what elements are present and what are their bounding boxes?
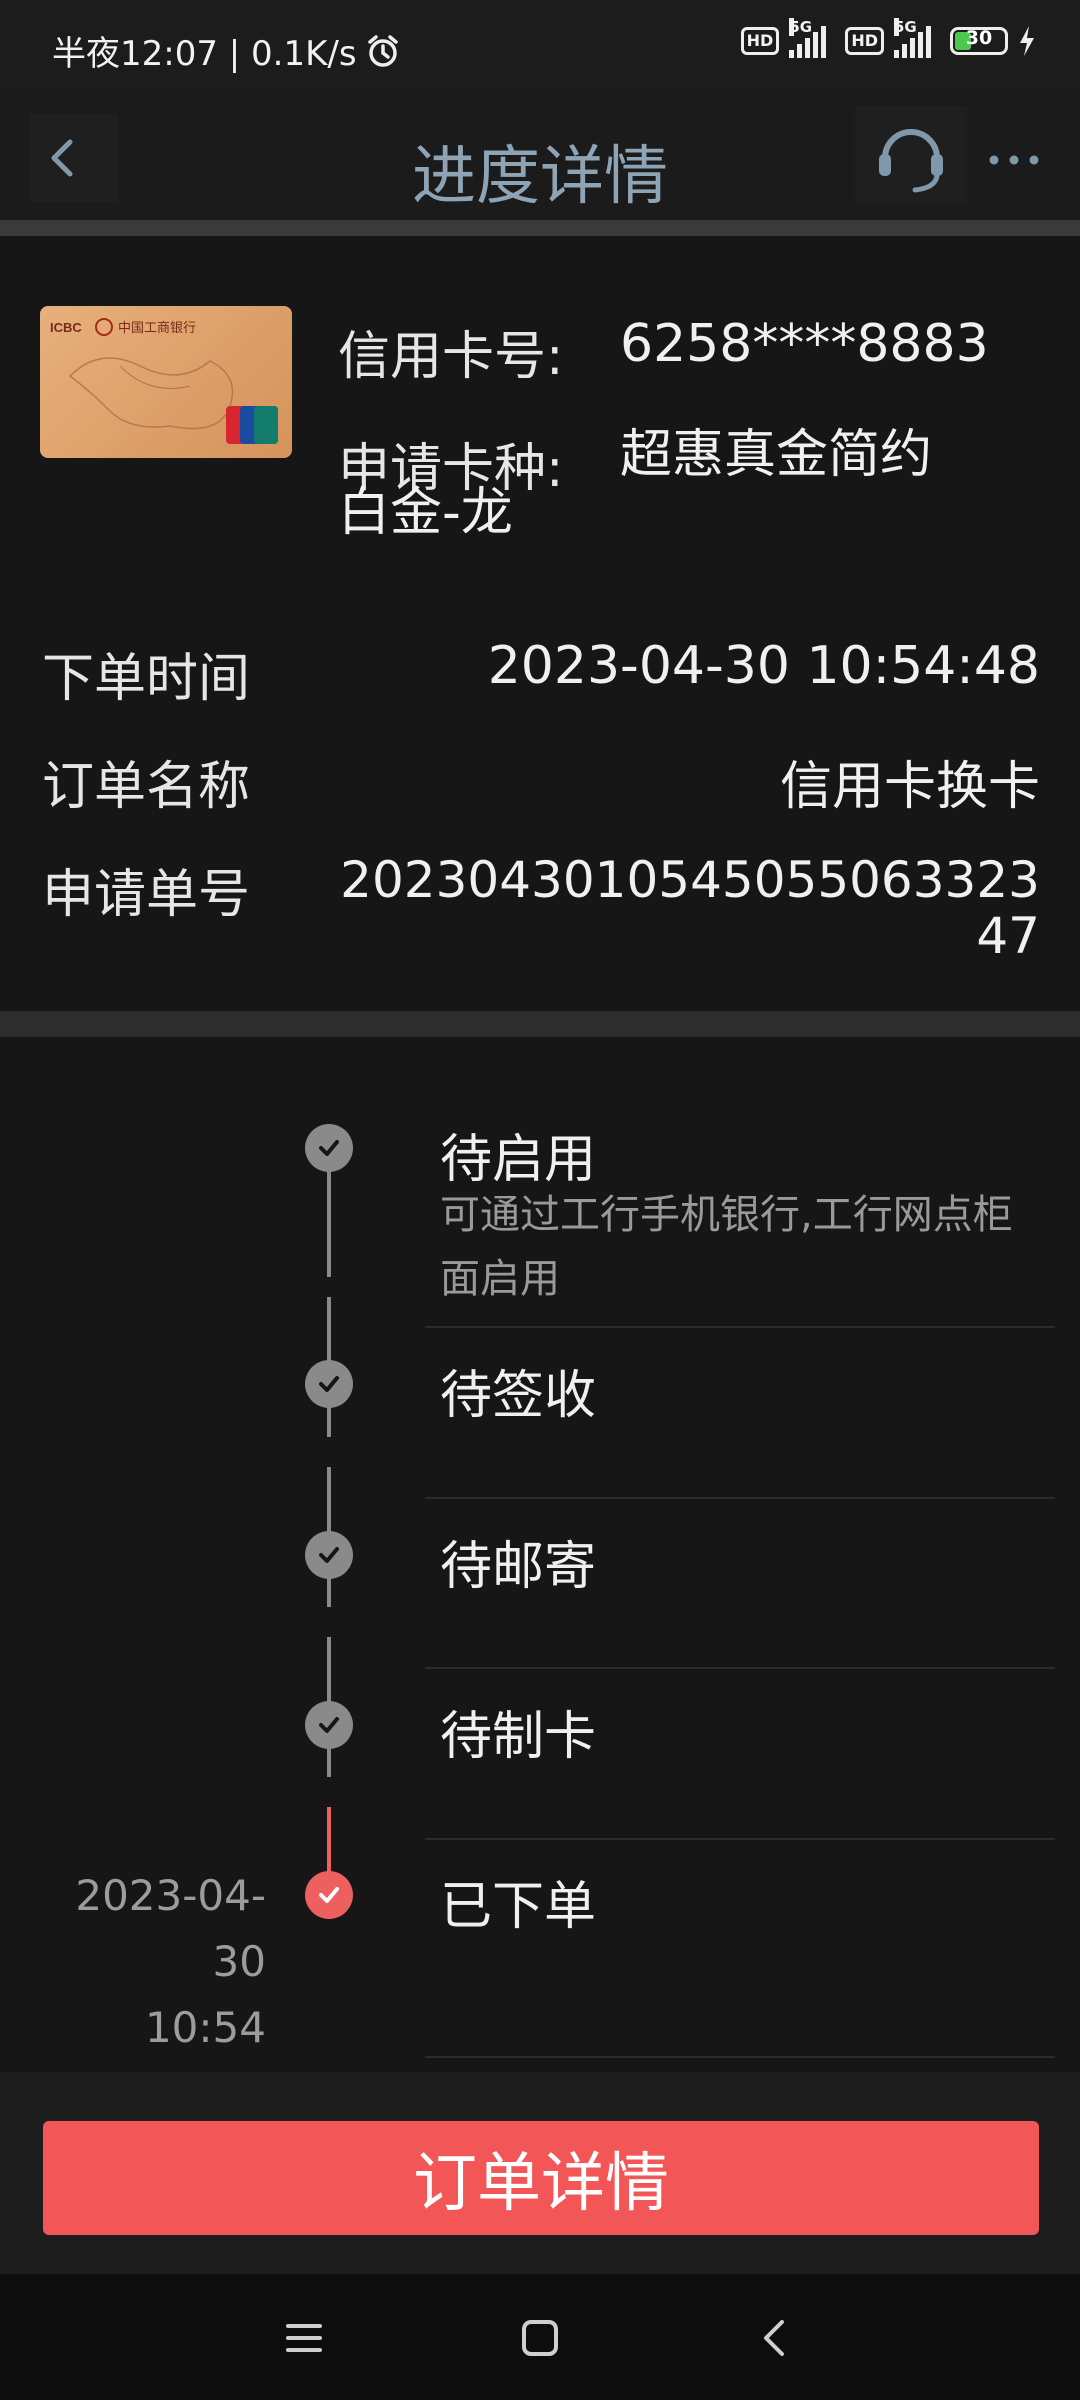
charging-icon — [1020, 26, 1034, 56]
back-nav-icon[interactable] — [754, 2316, 798, 2360]
menu-icon[interactable] — [282, 2316, 326, 2360]
alarm-icon — [367, 34, 398, 67]
bottom-action-bar: 订单详情 — [0, 2072, 1080, 2274]
timeline-step-divider — [425, 1497, 1055, 1499]
timeline-step-divider — [425, 2056, 1055, 2058]
network-type-2: 5G — [894, 18, 917, 36]
timeline-step-title: 待启用 — [440, 1130, 597, 1190]
status-right: HD 5G HD 5G 30 — [740, 18, 1036, 58]
hd-badge-2: HD — [845, 27, 884, 55]
section-divider — [0, 1011, 1080, 1037]
headset-icon — [879, 129, 943, 193]
system-nav-bar — [0, 2274, 1080, 2400]
battery-level: 30 — [965, 27, 993, 49]
timeline-step-divider — [425, 1667, 1055, 1669]
order-time-label: 下单时间 — [42, 649, 251, 709]
customer-service-button[interactable] — [855, 106, 967, 204]
signal-icon-2: 5G — [894, 18, 940, 58]
card-bank-name: 中国工商银行 — [118, 321, 196, 336]
card-number-label: 信用卡号: — [338, 327, 564, 387]
network-type-1: 5G — [789, 18, 813, 36]
timeline-step-date: 2023-04- 30 10:54 — [46, 1863, 266, 2061]
signal-icon: 5G — [789, 18, 835, 58]
card-type-value: 超惠真金简约白金-龙 — [338, 425, 933, 543]
timeline-check-icon — [305, 1531, 353, 1579]
timeline-step-title: 待邮寄 — [440, 1537, 597, 1597]
card-bank-code: ICBC — [50, 320, 82, 335]
more-icon — [989, 155, 1039, 165]
card-number-value: 6258****8883 — [620, 314, 989, 374]
timeline-check-icon — [305, 1124, 353, 1172]
status-time: 半夜12:07 | 0.1K/s — [52, 34, 357, 74]
timeline-step-divider — [425, 1326, 1055, 1328]
timeline-check-icon — [305, 1701, 353, 1749]
order-detail-button[interactable]: 订单详情 — [43, 2121, 1039, 2235]
timeline-step-title: 已下单 — [440, 1877, 597, 1937]
timeline-step-desc: 可通过工行手机银行,工行网点柜面启用 — [440, 1192, 1013, 1302]
order-name-label: 订单名称 — [42, 757, 251, 817]
battery-icon: 30 — [950, 27, 1008, 55]
header: 进度详情 — [0, 92, 1080, 220]
timeline-date-line: 30 — [212, 1937, 266, 1986]
application-number-value: 2023043010545055063323 47 — [340, 851, 1040, 965]
more-button[interactable] — [980, 122, 1050, 192]
timeline-date-line: 2023-04- — [75, 1871, 266, 1920]
hd-badge: HD — [740, 27, 780, 55]
header-divider — [0, 220, 1080, 236]
timeline-step-title: 待制卡 — [440, 1707, 597, 1767]
status-left: 半夜12:07 | 0.1K/s — [52, 26, 401, 75]
timeline-check-icon — [305, 1360, 353, 1408]
application-number-label: 申请单号 — [42, 865, 251, 925]
home-icon[interactable] — [518, 2316, 562, 2360]
card-art: ICBC 中国工商银行 — [50, 318, 278, 444]
order-name-value: 信用卡换卡 — [779, 757, 1040, 817]
progress-timeline: 待启用 可通过工行手机银行,工行网点柜面启用 待签收 待邮寄 待制卡 2023-… — [0, 1037, 1080, 2072]
status-bar: 半夜12:07 | 0.1K/s HD 5G HD 5G 30 — [0, 0, 1080, 92]
timeline-step-divider — [425, 1838, 1055, 1840]
timeline-check-icon-active — [305, 1871, 353, 1919]
credit-card-image: ICBC 中国工商银行 — [40, 306, 292, 458]
order-time-value: 2023-04-30 10:54:48 — [487, 636, 1040, 696]
card-info-section: ICBC 中国工商银行 信用卡号: 6258****8883 申请卡种: 超惠真… — [0, 236, 1080, 1011]
timeline-step-title: 待签收 — [440, 1366, 597, 1426]
timeline-time-line: 10:54 — [144, 2003, 266, 2052]
